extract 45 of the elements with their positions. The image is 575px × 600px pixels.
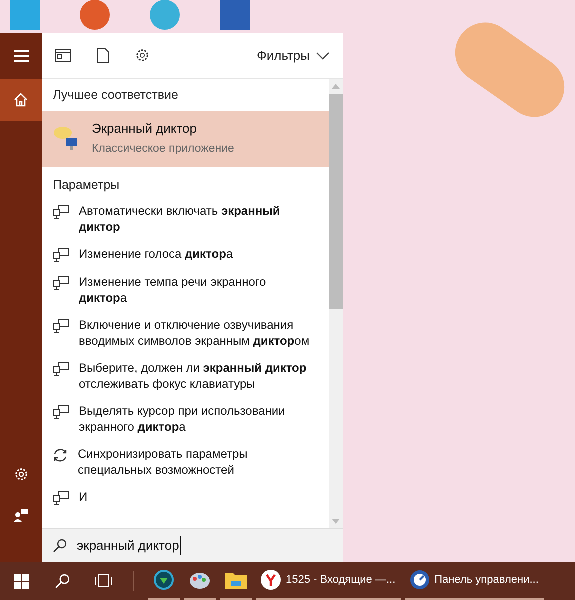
home-icon: [14, 93, 28, 107]
menu-icon[interactable]: [14, 50, 28, 62]
y-logo-icon: [261, 570, 281, 590]
gauge-icon: [410, 570, 430, 590]
windows-logo-icon[interactable]: [14, 574, 29, 588]
best-match-item[interactable]: Экранный диктор Классическое приложение: [42, 110, 329, 167]
download-circle-icon: [153, 569, 175, 591]
search-field[interactable]: экранный диктор: [42, 528, 343, 562]
task-view-icon[interactable]: [95, 574, 113, 588]
scrollbar[interactable]: [329, 79, 343, 528]
monitor-icon: [53, 362, 69, 376]
settings-result[interactable]: Синхронизировать параметры специальных возможностей: [78, 446, 311, 478]
taskbar-app[interactable]: 1525 - Входящие —...: [256, 562, 401, 600]
settings-result[interactable]: Выделять курсор при использовании экранного диктора: [79, 402, 311, 434]
person-feedback-icon[interactable]: [14, 508, 28, 522]
settings-icon[interactable]: [135, 48, 150, 63]
search-icon[interactable]: [55, 574, 70, 588]
taskbar-app[interactable]: Панель управлени...: [404, 562, 544, 600]
monitor-icon: [53, 204, 69, 220]
settings-result[interactable]: И: [79, 488, 88, 504]
app-subtitle: Классическое приложение: [92, 142, 234, 157]
settings-result[interactable]: Изменение голоса диктора: [79, 246, 234, 262]
monitor-icon: [53, 318, 69, 334]
monitor-icon: [53, 490, 69, 506]
filters-dropdown[interactable]: Фильтры: [256, 46, 330, 66]
section-heading: Параметры: [52, 176, 121, 194]
speech-bubble-computer-icon: [53, 125, 80, 152]
document-icon[interactable]: [97, 48, 109, 63]
section-heading: Лучшее соответствие: [52, 87, 180, 104]
desktop-icon[interactable]: [80, 0, 110, 30]
settings-result[interactable]: Изменение темпа речи экранного диктора: [79, 274, 311, 306]
settings-result[interactable]: Выберите, должен ли экранный диктор отслеживать фокус клавиатуры: [79, 360, 311, 392]
monitor-icon: [53, 248, 69, 262]
monitor-icon: [53, 276, 69, 290]
chevron-down-icon: [316, 52, 330, 60]
app-window-icon[interactable]: [55, 49, 71, 62]
scrollbar-thumb[interactable]: [329, 94, 343, 309]
app-title: Экранный диктор: [92, 120, 198, 138]
settings-result[interactable]: Автоматически включать экранный диктор: [79, 202, 311, 234]
monitor-icon: [53, 404, 69, 420]
search-icon: [53, 538, 67, 552]
settings-result[interactable]: Включение и отключение озвучивания вводимых символов экранным диктором: [79, 316, 311, 348]
sync-icon: [53, 448, 68, 462]
home-button[interactable]: [0, 79, 42, 121]
folder-icon: [225, 571, 247, 589]
